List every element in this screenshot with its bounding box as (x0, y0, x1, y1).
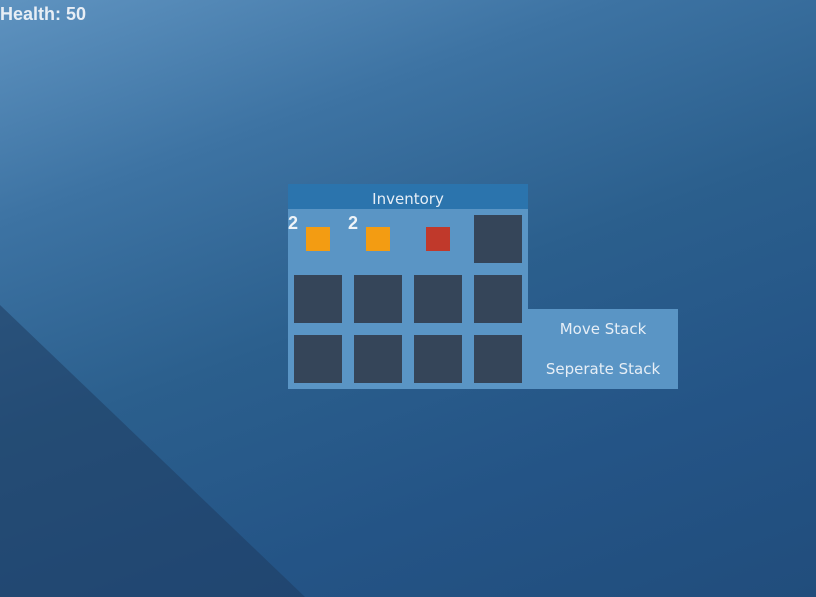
stack-context-menu: Move Stack Seperate Stack (528, 309, 678, 389)
inventory-slot-2[interactable]: 2 (348, 213, 402, 263)
separate-stack-option[interactable]: Seperate Stack (528, 349, 678, 389)
inventory-slot-4[interactable] (474, 215, 522, 263)
item-count: 2 (288, 213, 299, 233)
inventory-title: Inventory (288, 184, 528, 209)
health-value: 50 (66, 4, 87, 24)
orange-item-icon (306, 227, 330, 251)
health-display: Health: 50 (0, 4, 86, 25)
inventory-slot-6[interactable] (354, 275, 402, 323)
inventory-slot-7[interactable] (414, 275, 462, 323)
inventory-slot-9[interactable] (294, 335, 342, 383)
inventory-slot-10[interactable] (354, 335, 402, 383)
inventory-slot-8[interactable] (474, 275, 522, 323)
inventory-panel: Inventory 2 2 (288, 184, 528, 389)
inventory-slot-1[interactable]: 2 (288, 213, 342, 263)
inventory-slot-3[interactable] (414, 215, 462, 263)
orange-item-icon (366, 227, 390, 251)
red-item-icon (426, 227, 450, 251)
item-count: 2 (348, 213, 359, 233)
move-stack-option[interactable]: Move Stack (528, 309, 678, 349)
inventory-slot-11[interactable] (414, 335, 462, 383)
inventory-slot-5[interactable] (294, 275, 342, 323)
inventory-slot-12[interactable] (474, 335, 522, 383)
health-label: Health: (0, 4, 62, 24)
